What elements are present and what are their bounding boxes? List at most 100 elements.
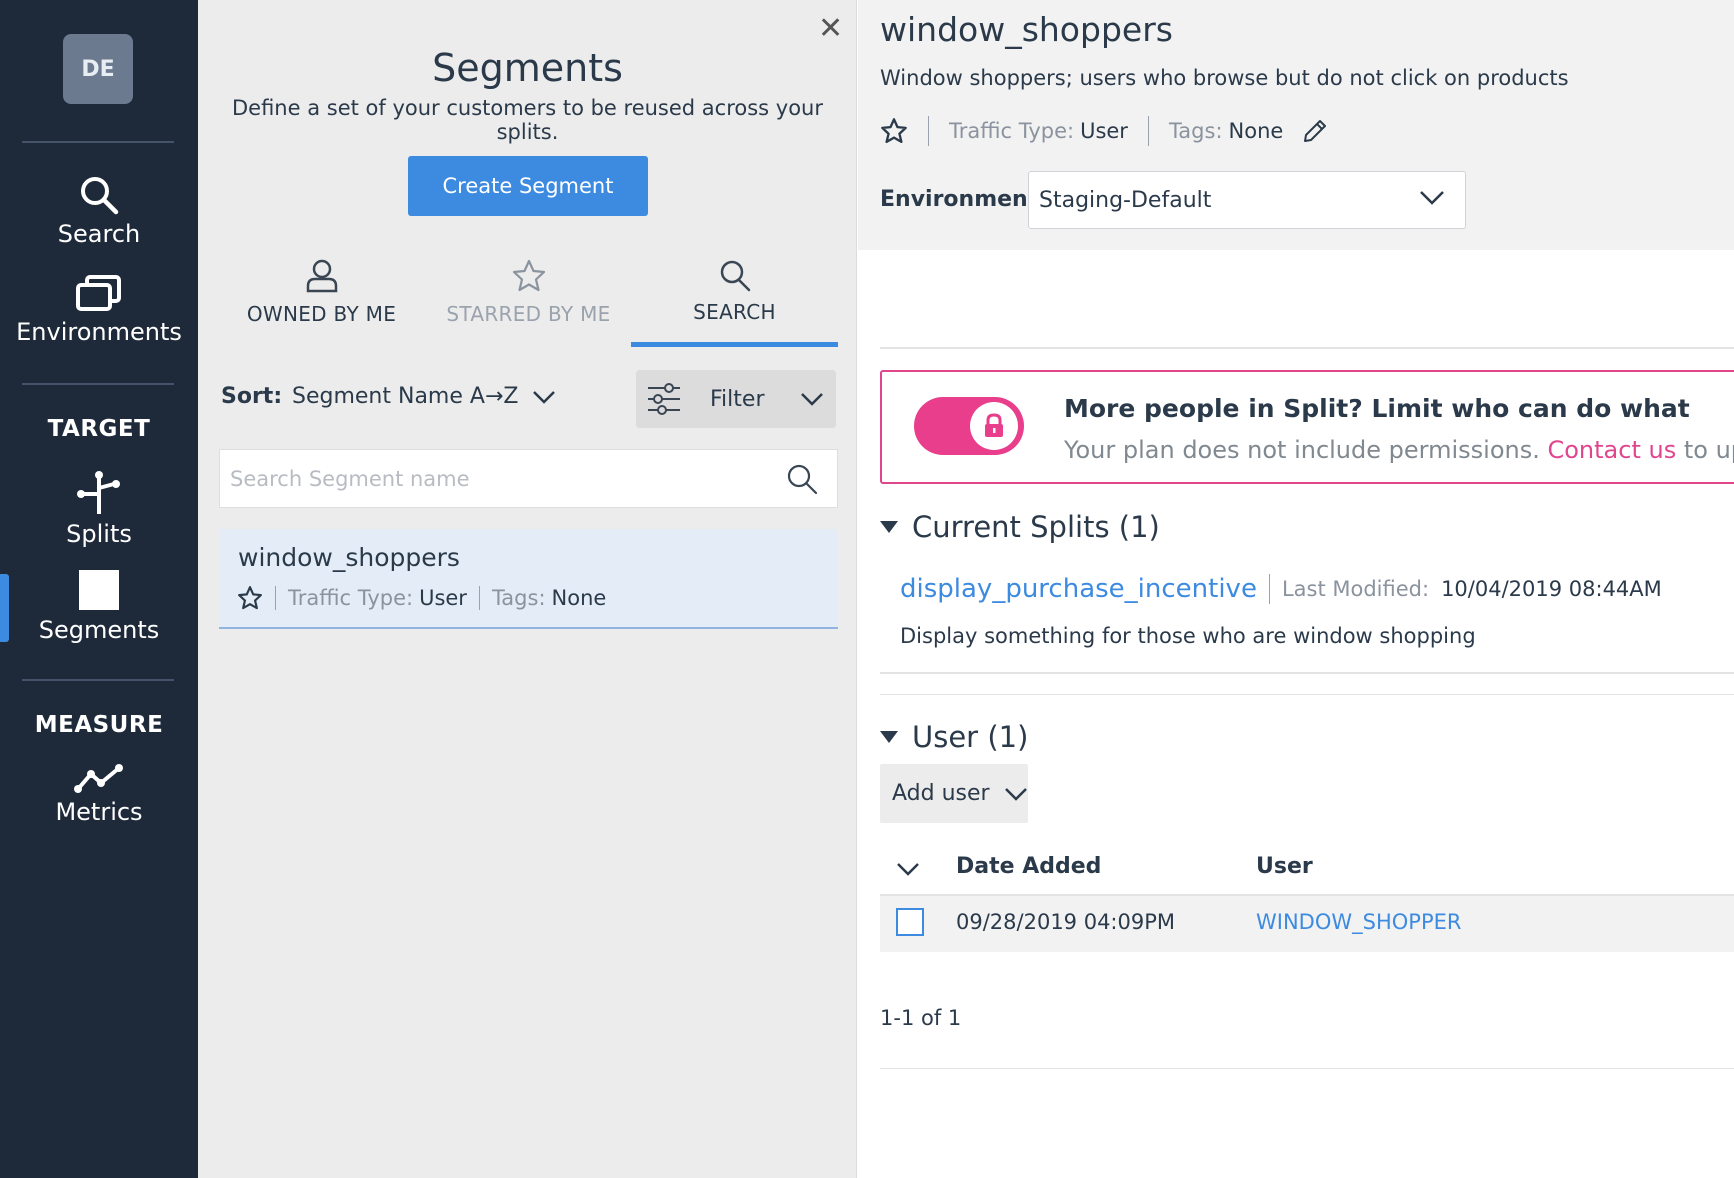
environment-value: Staging-Default bbox=[1039, 187, 1212, 213]
divider bbox=[880, 347, 1734, 349]
chevron-down-icon[interactable] bbox=[896, 856, 920, 880]
nav-item-label: Metrics bbox=[55, 798, 143, 826]
divider bbox=[928, 116, 929, 146]
tab-starred-by-me[interactable]: STARRED BY ME bbox=[425, 258, 632, 326]
divider bbox=[880, 694, 1734, 695]
search-icon bbox=[720, 260, 750, 292]
nav-item-segments[interactable]: Segments bbox=[0, 570, 198, 644]
star-icon[interactable] bbox=[880, 117, 908, 145]
tab-search[interactable]: SEARCH bbox=[631, 258, 838, 324]
search-icon[interactable] bbox=[786, 463, 818, 495]
detail-title: window_shoppers bbox=[880, 10, 1173, 49]
current-splits-heading: Current Splits (1) bbox=[912, 510, 1160, 544]
permissions-upsell-banner: More people in Split? Limit who can do w… bbox=[880, 370, 1734, 484]
nav-item-search[interactable]: Search bbox=[0, 174, 198, 248]
divider bbox=[880, 672, 1734, 674]
segments-icon bbox=[79, 570, 119, 610]
traffic-type-label: Traffic Type: bbox=[949, 119, 1075, 143]
nav-divider bbox=[22, 141, 174, 143]
environments-icon bbox=[76, 275, 121, 311]
nav-item-label: Environments bbox=[16, 318, 182, 346]
split-row: display_purchase_incentive Last Modified… bbox=[900, 574, 1662, 604]
tab-owned-by-me[interactable]: OWNED BY ME bbox=[218, 258, 425, 326]
detail-meta: Traffic Type: User Tags: None bbox=[880, 116, 1329, 146]
chevron-down-icon bbox=[1420, 191, 1444, 205]
upsell-text-line: Your plan does not include permissions. … bbox=[1064, 436, 1734, 464]
split-description: Display something for those who are wind… bbox=[900, 624, 1476, 648]
lock-icon bbox=[985, 413, 1003, 437]
upsell-text-rest: to upg bbox=[1683, 436, 1734, 464]
split-link[interactable]: display_purchase_incentive bbox=[900, 574, 1257, 604]
pencil-icon[interactable] bbox=[1301, 117, 1329, 145]
upsell-heading: More people in Split? Limit who can do w… bbox=[1064, 394, 1690, 423]
divider bbox=[1268, 574, 1270, 604]
user-section-toggle[interactable]: User (1) bbox=[880, 720, 1028, 754]
add-user-button[interactable]: Add user bbox=[880, 764, 1028, 823]
divider bbox=[478, 586, 480, 610]
segment-name: window_shoppers bbox=[238, 543, 460, 572]
chevron-down-icon bbox=[801, 393, 824, 406]
create-segment-button[interactable]: Create Segment bbox=[408, 156, 648, 216]
pagination-info: 1-1 of 1 bbox=[880, 1006, 962, 1030]
caret-down-icon bbox=[880, 521, 898, 533]
table-header: Date Added User bbox=[880, 850, 1734, 896]
user-section-heading: User (1) bbox=[912, 720, 1029, 754]
sliders-icon bbox=[648, 383, 680, 415]
nav-item-label: Segments bbox=[38, 616, 160, 644]
tags-label: Tags: bbox=[491, 586, 546, 610]
traffic-type-value: User bbox=[419, 586, 467, 610]
nav-section-measure: MEASURE bbox=[34, 712, 164, 738]
filter-button[interactable]: Filter bbox=[636, 370, 836, 428]
chevron-down-icon bbox=[533, 390, 556, 404]
sort-value: Segment Name A→Z bbox=[292, 384, 519, 409]
last-modified-label: Last Modified: bbox=[1281, 577, 1430, 601]
contact-us-link[interactable]: Contact us bbox=[1547, 436, 1676, 464]
panel-title: Segments bbox=[432, 46, 623, 90]
divider bbox=[275, 586, 276, 610]
star-icon bbox=[512, 259, 545, 292]
date-added-cell: 09/28/2019 04:09PM bbox=[956, 910, 1176, 934]
last-modified-value: 10/04/2019 08:44AM bbox=[1441, 577, 1662, 601]
tags-label: Tags: bbox=[1168, 119, 1223, 143]
user-icon bbox=[306, 259, 337, 293]
tags-value: None bbox=[1228, 119, 1284, 143]
upsell-text: Your plan does not include permissions. bbox=[1064, 436, 1540, 464]
nav-section-target: TARGET bbox=[47, 416, 151, 442]
traffic-type-label: Traffic Type: bbox=[288, 586, 414, 610]
splits-icon bbox=[77, 471, 120, 514]
nav-item-metrics[interactable]: Metrics bbox=[0, 762, 198, 826]
nav-item-environments[interactable]: Environments bbox=[0, 274, 198, 346]
detail-description: Window shoppers; users who browse but do… bbox=[880, 66, 1569, 90]
tab-label: OWNED BY ME bbox=[246, 302, 397, 326]
sort-dropdown[interactable]: Segment Name A→Z bbox=[292, 384, 556, 409]
user-link[interactable]: WINDOW_SHOPPER bbox=[1256, 910, 1461, 934]
tab-label: SEARCH bbox=[693, 300, 776, 324]
metrics-icon bbox=[74, 764, 123, 793]
nav-item-splits[interactable]: Splits bbox=[0, 470, 198, 548]
environment-select[interactable]: Staging-Default bbox=[1028, 171, 1466, 229]
star-icon[interactable] bbox=[237, 585, 263, 611]
toggle-knob bbox=[970, 402, 1018, 450]
row-checkbox[interactable] bbox=[896, 908, 924, 936]
nav-item-label: Search bbox=[57, 220, 141, 248]
table-row: 09/28/2019 04:09PM WINDOW_SHOPPER bbox=[880, 896, 1734, 952]
add-user-label: Add user bbox=[892, 781, 990, 806]
segment-search-field bbox=[219, 449, 838, 508]
segment-meta: Traffic Type: User Tags: None bbox=[237, 585, 606, 611]
filter-label: Filter bbox=[710, 386, 765, 412]
chevron-down-icon bbox=[1004, 787, 1027, 801]
column-header-date-added[interactable]: Date Added bbox=[956, 854, 1101, 879]
list-item[interactable]: window_shoppers Traffic Type: User Tags:… bbox=[219, 529, 838, 629]
search-icon bbox=[81, 177, 119, 215]
nav-divider bbox=[22, 679, 174, 681]
permissions-toggle[interactable] bbox=[914, 397, 1024, 455]
search-input[interactable] bbox=[220, 466, 780, 491]
column-header-user[interactable]: User bbox=[1256, 854, 1313, 879]
environment-label: Environment bbox=[880, 187, 1039, 212]
close-icon[interactable]: ✕ bbox=[818, 14, 843, 44]
tags-value: None bbox=[551, 586, 607, 610]
current-splits-toggle[interactable]: Current Splits (1) bbox=[880, 510, 1160, 544]
left-nav: DE Search Environments TARGET Splits Seg… bbox=[0, 0, 198, 1178]
avatar[interactable]: DE bbox=[63, 34, 133, 104]
active-tab-indicator bbox=[631, 342, 838, 347]
